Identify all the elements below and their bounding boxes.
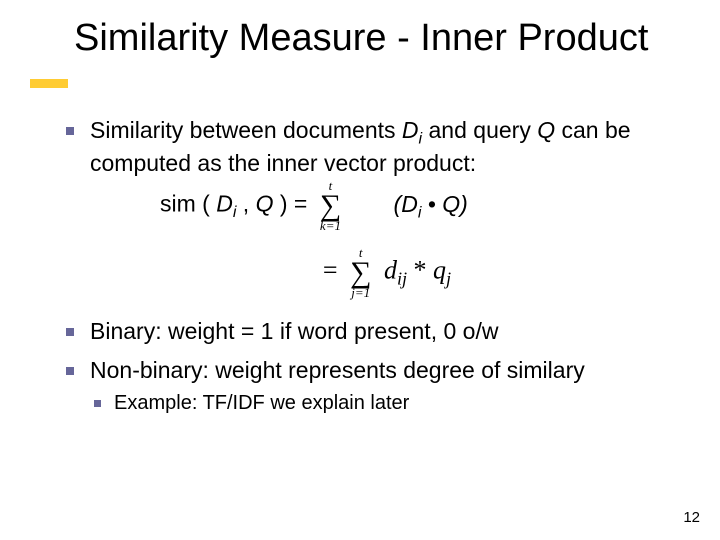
formula-line-1: sim ( Di , Q ) = t ∑ k=1 (Di • Q) bbox=[90, 179, 684, 232]
rhs-d: D bbox=[401, 191, 418, 217]
sim-q: Q bbox=[256, 191, 274, 217]
bullet-list: Similarity between documents Di and quer… bbox=[60, 116, 684, 416]
sim-d: D bbox=[216, 191, 233, 217]
bullet-similarity: Similarity between documents Di and quer… bbox=[60, 116, 684, 299]
bullet-binary: Binary: weight = 1 if word present, 0 o/… bbox=[60, 317, 684, 346]
slide-title: Similarity Measure - Inner Product bbox=[74, 18, 648, 60]
sim-left: sim ( bbox=[160, 191, 216, 217]
sub-bullet-list: Example: TF/IDF we explain later bbox=[90, 391, 684, 416]
b1-text-prefix: Similarity between documents bbox=[90, 117, 402, 143]
b3-text: Non-binary: weight represents degree of … bbox=[90, 357, 585, 383]
slide: Similarity Measure - Inner Product Simil… bbox=[0, 0, 720, 540]
sigma-icon-2: ∑ bbox=[350, 259, 371, 286]
eq2-ij: ij bbox=[397, 269, 407, 289]
sub-bullet-example: Example: TF/IDF we explain later bbox=[90, 391, 684, 416]
page-number: 12 bbox=[683, 509, 700, 526]
rhs-close: ) bbox=[460, 191, 468, 217]
rhs-group: (Di • Q) bbox=[394, 191, 468, 217]
eq2-eq: = bbox=[323, 256, 344, 285]
b1-q: Q bbox=[537, 117, 555, 143]
sum1-block: t ∑ k=1 bbox=[320, 179, 341, 232]
title-row: Similarity Measure - Inner Product bbox=[0, 0, 720, 88]
bullet-nonbinary: Non-binary: weight represents degree of … bbox=[60, 356, 684, 416]
eq2-d: d bbox=[384, 256, 397, 285]
sim-comma: , bbox=[236, 191, 255, 217]
eq2-star: * bbox=[407, 256, 433, 285]
sum1-bot: k=1 bbox=[320, 219, 341, 232]
title-decoration-icon bbox=[30, 70, 68, 88]
rhs-dot: • bbox=[421, 191, 442, 217]
sum2-bot: j=1 bbox=[350, 286, 371, 299]
b1-text-mid: and query bbox=[422, 117, 537, 143]
slide-body: Similarity between documents Di and quer… bbox=[0, 88, 720, 416]
sum2-block: t ∑ j=1 bbox=[350, 246, 371, 299]
formula-line-2: = t ∑ j=1 dij * qj bbox=[90, 246, 684, 299]
eq2-j: j bbox=[446, 269, 451, 289]
sigma-icon: ∑ bbox=[320, 192, 341, 219]
rhs-q: Q bbox=[442, 191, 460, 217]
b1-di: D bbox=[402, 117, 419, 143]
eq2-q: q bbox=[433, 256, 446, 285]
sim-eq: ) = bbox=[273, 191, 313, 217]
